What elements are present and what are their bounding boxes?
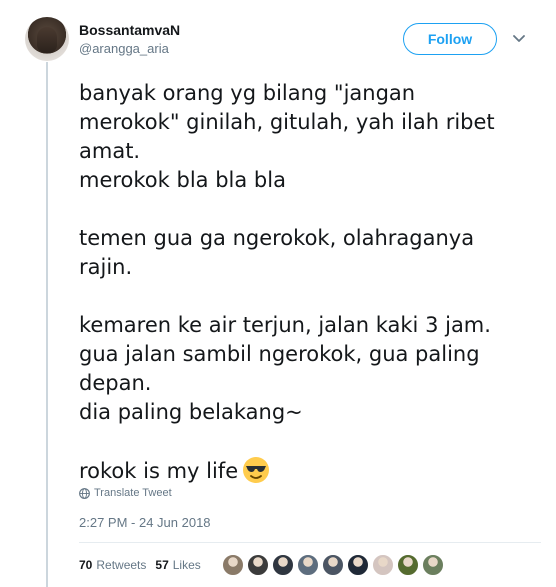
- avatar[interactable]: [25, 17, 69, 61]
- liker-avatar[interactable]: [246, 554, 269, 576]
- tweet-text: banyak orang yg bilang "jangan merokok" …: [79, 79, 519, 486]
- retweets-stat[interactable]: 70 Retweets: [79, 558, 146, 572]
- user-handle[interactable]: @arangga_aria: [79, 41, 180, 56]
- tweet-stats: 70 Retweets 57 Likes: [79, 554, 447, 576]
- translate-label: Translate Tweet: [94, 487, 172, 499]
- liker-avatar[interactable]: [271, 554, 294, 576]
- retweets-count: 70: [79, 558, 93, 572]
- divider: [79, 542, 541, 543]
- likes-label: Likes: [172, 558, 201, 572]
- likes-count: 57: [155, 558, 169, 572]
- liker-avatar[interactable]: [346, 554, 369, 576]
- liker-avatar[interactable]: [321, 554, 344, 576]
- liker-avatar[interactable]: [396, 554, 419, 576]
- likes-stat[interactable]: 57 Likes: [155, 558, 200, 572]
- user-info[interactable]: BossantamvaN @arangga_aria: [79, 22, 180, 56]
- follow-button[interactable]: Follow: [403, 23, 497, 55]
- tweet-timestamp[interactable]: 2:27 PM - 24 Jun 2018: [79, 515, 211, 530]
- liker-avatars: [221, 554, 447, 576]
- retweets-label: Retweets: [96, 558, 147, 572]
- liker-avatar[interactable]: [221, 554, 244, 576]
- display-name[interactable]: BossantamvaN: [79, 22, 180, 38]
- avatar-photo: [37, 27, 57, 53]
- translate-tweet-link[interactable]: Translate Tweet: [79, 487, 172, 499]
- liker-avatar[interactable]: [296, 554, 319, 576]
- sunglasses-emoji-icon: [242, 456, 270, 484]
- globe-icon: [79, 487, 90, 499]
- chevron-down-icon[interactable]: [512, 32, 526, 46]
- tweet-body: banyak orang yg bilang "jangan merokok" …: [79, 81, 495, 483]
- liker-avatar[interactable]: [421, 554, 444, 576]
- thread-line: [46, 62, 48, 587]
- liker-avatar[interactable]: [371, 554, 394, 576]
